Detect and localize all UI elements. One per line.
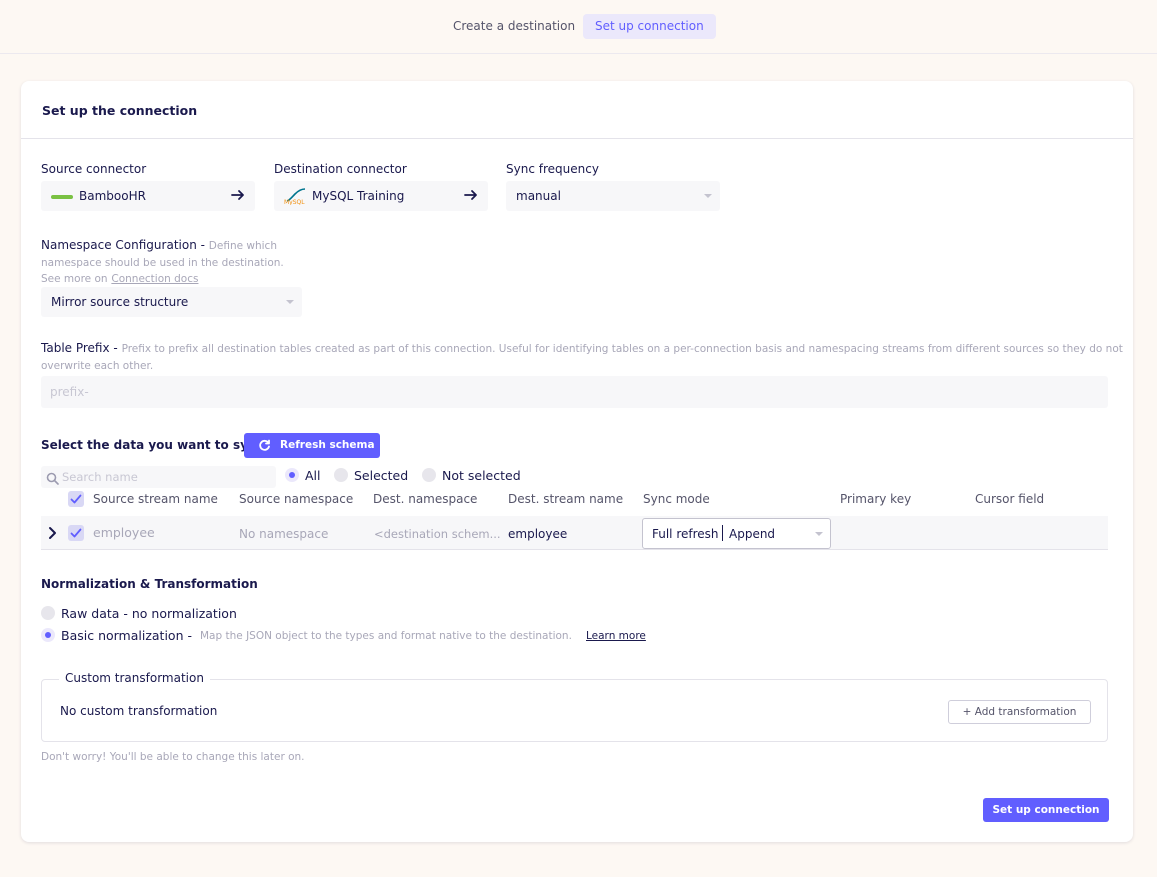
table-prefix-hint: Prefix to prefix all destination tables … xyxy=(41,343,1123,372)
card-header: Set up the connection xyxy=(21,81,1133,139)
destination-connector-label: Destination connector xyxy=(274,162,407,176)
step-set-up-connection[interactable]: Set up connection xyxy=(583,14,716,39)
table-prefix-input[interactable] xyxy=(41,376,1108,408)
step-create-destination[interactable]: Create a destination xyxy=(441,14,587,39)
table-prefix-label: Table Prefix - xyxy=(41,341,118,355)
filter-all-label: All xyxy=(305,468,321,483)
column-dest-stream-name: Dest. stream name xyxy=(508,492,624,506)
check-icon xyxy=(70,494,82,504)
card-title: Set up the connection xyxy=(42,103,198,118)
raw-data-label: Raw data - no normalization xyxy=(61,606,237,621)
check-icon xyxy=(70,528,82,538)
select-data-label: Select the data you want to sync xyxy=(41,438,264,452)
filter-all-radio[interactable] xyxy=(285,468,299,482)
namespace-label-block: Namespace Configuration - Define which n… xyxy=(41,238,311,288)
row-source-stream: employee xyxy=(93,525,155,540)
arrow-right-icon[interactable] xyxy=(464,188,478,205)
column-dest-namespace: Dest. namespace xyxy=(373,492,478,506)
caret-down-icon xyxy=(815,532,823,536)
refresh-schema-label: Refresh schema xyxy=(280,439,375,451)
sync-frequency-select[interactable]: manual xyxy=(506,181,720,211)
connection-docs-link[interactable]: Connection docs xyxy=(111,273,198,285)
column-source-stream-name: Source stream name xyxy=(93,492,218,506)
namespace-label: Namespace Configuration - xyxy=(41,238,205,252)
stepper: Create a destination Set up connection xyxy=(0,0,1157,54)
row-dest-stream: employee xyxy=(508,527,568,541)
row-dest-namespace: <destination schem... xyxy=(374,527,501,541)
raw-data-radio[interactable] xyxy=(41,606,55,620)
svg-text:MySQL: MySQL xyxy=(284,199,305,205)
destination-connector-box[interactable]: MySQL MySQL Training xyxy=(274,181,488,211)
filter-not-selected-radio[interactable] xyxy=(422,468,436,482)
source-connector-name: BambooHR xyxy=(79,189,146,203)
custom-transformation-fieldset: Custom transformation No custom transfor… xyxy=(41,671,1108,742)
stream-search[interactable] xyxy=(41,466,276,488)
filter-selected-label: Selected xyxy=(354,468,409,483)
source-connector-box[interactable]: BambooHR xyxy=(41,181,255,211)
sync-mode-source: Full refresh xyxy=(652,527,719,541)
change-later-note: Don't worry! You'll be able to change th… xyxy=(41,751,305,763)
filter-not-selected-label: Not selected xyxy=(442,468,521,483)
column-primary-key: Primary key xyxy=(840,492,912,506)
namespace-select[interactable]: Mirror source structure xyxy=(41,287,302,317)
add-transformation-button[interactable]: + Add transformation xyxy=(948,700,1091,724)
namespace-see-more: See more on xyxy=(41,273,108,285)
mysql-logo-icon: MySQL xyxy=(284,187,308,208)
sync-mode-select[interactable]: Full refresh Append xyxy=(642,518,831,549)
basic-normalization-radio[interactable] xyxy=(41,628,55,642)
chevron-right-icon[interactable] xyxy=(48,525,58,544)
caret-down-icon xyxy=(286,300,294,304)
set-up-connection-button[interactable]: Set up connection xyxy=(983,798,1109,822)
normalization-label: Normalization & Transformation xyxy=(41,577,258,591)
row-source-namespace: No namespace xyxy=(239,527,329,541)
search-icon xyxy=(46,470,59,489)
row-checkbox[interactable] xyxy=(68,525,84,541)
destination-connector-name: MySQL Training xyxy=(312,189,405,203)
sync-frequency-value: manual xyxy=(516,189,561,203)
basic-normalization-hint: Map the JSON object to the types and for… xyxy=(200,630,572,642)
custom-transformation-legend: Custom transformation xyxy=(59,671,210,685)
refresh-schema-button[interactable]: Refresh schema xyxy=(244,433,380,458)
stream-search-input[interactable] xyxy=(62,466,272,488)
select-all-checkbox[interactable] xyxy=(68,491,84,507)
table-prefix-label-block: Table Prefix - Prefix to prefix all dest… xyxy=(41,341,1131,374)
no-custom-transformation-text: No custom transformation xyxy=(60,704,218,718)
column-cursor-field: Cursor field xyxy=(975,492,1045,506)
namespace-value: Mirror source structure xyxy=(51,295,189,309)
filter-selected-radio[interactable] xyxy=(334,468,348,482)
column-sync-mode: Sync mode xyxy=(643,492,710,506)
learn-more-link[interactable]: Learn more xyxy=(586,630,646,642)
bamboohr-logo-icon xyxy=(51,190,73,204)
refresh-icon xyxy=(259,439,270,451)
arrow-right-icon[interactable] xyxy=(231,188,245,205)
column-source-namespace: Source namespace xyxy=(239,492,354,506)
sync-mode-destination: Append xyxy=(729,527,776,541)
caret-down-icon xyxy=(704,194,712,198)
sync-frequency-label: Sync frequency xyxy=(506,162,599,176)
connection-card: Set up the connection Source connector B… xyxy=(21,81,1133,842)
basic-normalization-label: Basic normalization - xyxy=(61,628,192,643)
source-connector-label: Source connector xyxy=(41,162,147,176)
sync-mode-separator xyxy=(722,525,723,541)
table-row xyxy=(41,516,1108,550)
